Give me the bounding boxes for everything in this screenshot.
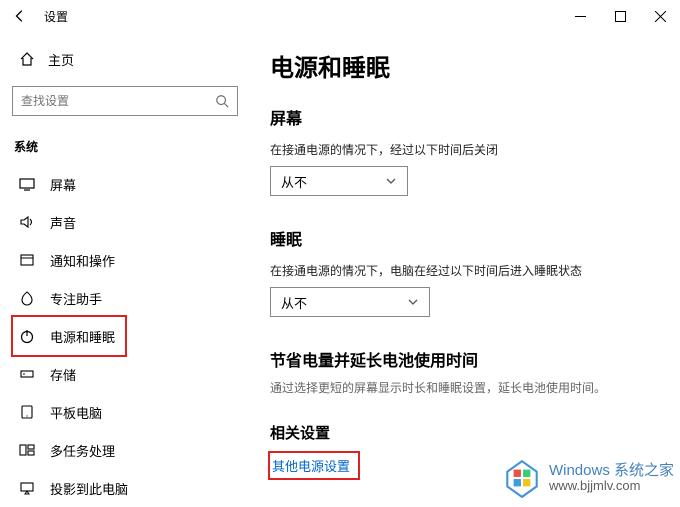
sidebar-home-label: 主页 bbox=[48, 50, 74, 69]
sidebar-item-label: 声音 bbox=[50, 213, 76, 232]
titlebar: 设置 bbox=[0, 0, 680, 32]
power-icon bbox=[18, 328, 36, 344]
window-controls bbox=[560, 0, 680, 32]
section-screen-title: 屏幕 bbox=[270, 105, 680, 129]
watermark: Windows 系统之家 www.bjjmlv.com bbox=[501, 457, 674, 499]
dropdown-value: 从不 bbox=[281, 293, 307, 312]
search-icon bbox=[215, 94, 229, 108]
sidebar-item-power[interactable]: 电源和睡眠 bbox=[12, 317, 238, 355]
sleep-timeout-dropdown[interactable]: 从不 bbox=[270, 287, 430, 317]
sidebar-item-notifications[interactable]: 通知和操作 bbox=[12, 241, 238, 279]
sound-icon bbox=[18, 214, 36, 230]
project-icon bbox=[18, 480, 36, 496]
dropdown-value: 从不 bbox=[281, 172, 307, 191]
page-heading: 电源和睡眠 bbox=[270, 48, 680, 83]
section-sleep-title: 睡眠 bbox=[270, 226, 680, 250]
watermark-line2: www.bjjmlv.com bbox=[549, 479, 674, 493]
sidebar-item-projecting[interactable]: 投影到此电脑 bbox=[12, 469, 238, 507]
maximize-icon bbox=[615, 11, 626, 22]
section-battery-desc: 通过选择更短的屏幕显示时长和睡眠设置，延长电池使用时间。 bbox=[270, 379, 680, 396]
link-highlight-box: 其他电源设置 bbox=[268, 451, 360, 480]
display-icon bbox=[18, 176, 36, 192]
watermark-logo-icon bbox=[501, 457, 543, 499]
minimize-button[interactable] bbox=[560, 0, 600, 32]
home-icon bbox=[18, 51, 36, 67]
tablet-icon bbox=[18, 404, 36, 420]
sidebar: 主页 系统 屏幕 声音 通知和操作 专注助手 电源和睡眠 bbox=[0, 32, 250, 505]
additional-power-settings-link[interactable]: 其他电源设置 bbox=[272, 456, 350, 475]
back-arrow-icon bbox=[13, 9, 27, 23]
sidebar-item-label: 屏幕 bbox=[50, 175, 76, 194]
sidebar-item-label: 通知和操作 bbox=[50, 251, 115, 270]
sidebar-item-label: 平板电脑 bbox=[50, 403, 102, 422]
app-body: 主页 系统 屏幕 声音 通知和操作 专注助手 电源和睡眠 bbox=[0, 32, 680, 505]
sidebar-item-focus[interactable]: 专注助手 bbox=[12, 279, 238, 317]
section-related-title: 相关设置 bbox=[270, 422, 680, 443]
sidebar-item-label: 投影到此电脑 bbox=[50, 479, 128, 498]
search-box[interactable] bbox=[12, 86, 238, 116]
watermark-text: Windows 系统之家 www.bjjmlv.com bbox=[549, 463, 674, 494]
sidebar-item-multitasking[interactable]: 多任务处理 bbox=[12, 431, 238, 469]
sidebar-item-sound[interactable]: 声音 bbox=[12, 203, 238, 241]
watermark-line1: Windows 系统之家 bbox=[549, 463, 674, 480]
sidebar-item-label: 电源和睡眠 bbox=[50, 327, 115, 346]
sidebar-item-tablet[interactable]: 平板电脑 bbox=[12, 393, 238, 431]
back-button[interactable] bbox=[8, 4, 32, 28]
section-sleep-desc: 在接通电源的情况下，电脑在经过以下时间后进入睡眠状态 bbox=[270, 262, 680, 279]
section-battery-title: 节省电量并延长电池使用时间 bbox=[270, 347, 680, 371]
chevron-down-icon bbox=[407, 296, 419, 308]
sidebar-group-header: 系统 bbox=[12, 138, 238, 155]
main-content: 电源和睡眠 屏幕 在接通电源的情况下，经过以下时间后关闭 从不 睡眠 在接通电源… bbox=[250, 32, 680, 505]
window-title: 设置 bbox=[44, 8, 68, 25]
focus-icon bbox=[18, 290, 36, 306]
close-icon bbox=[655, 11, 666, 22]
sidebar-item-label: 存储 bbox=[50, 365, 76, 384]
search-input[interactable] bbox=[21, 94, 215, 108]
screen-timeout-dropdown[interactable]: 从不 bbox=[270, 166, 408, 196]
maximize-button[interactable] bbox=[600, 0, 640, 32]
minimize-icon bbox=[575, 11, 586, 22]
close-button[interactable] bbox=[640, 0, 680, 32]
multitask-icon bbox=[18, 442, 36, 458]
sidebar-item-display[interactable]: 屏幕 bbox=[12, 165, 238, 203]
notification-icon bbox=[18, 252, 36, 268]
sidebar-home[interactable]: 主页 bbox=[12, 42, 238, 76]
chevron-down-icon bbox=[385, 175, 397, 187]
section-screen-desc: 在接通电源的情况下，经过以下时间后关闭 bbox=[270, 141, 680, 158]
sidebar-item-label: 专注助手 bbox=[50, 289, 102, 308]
storage-icon bbox=[18, 366, 36, 382]
sidebar-item-storage[interactable]: 存储 bbox=[12, 355, 238, 393]
sidebar-item-label: 多任务处理 bbox=[50, 441, 115, 460]
